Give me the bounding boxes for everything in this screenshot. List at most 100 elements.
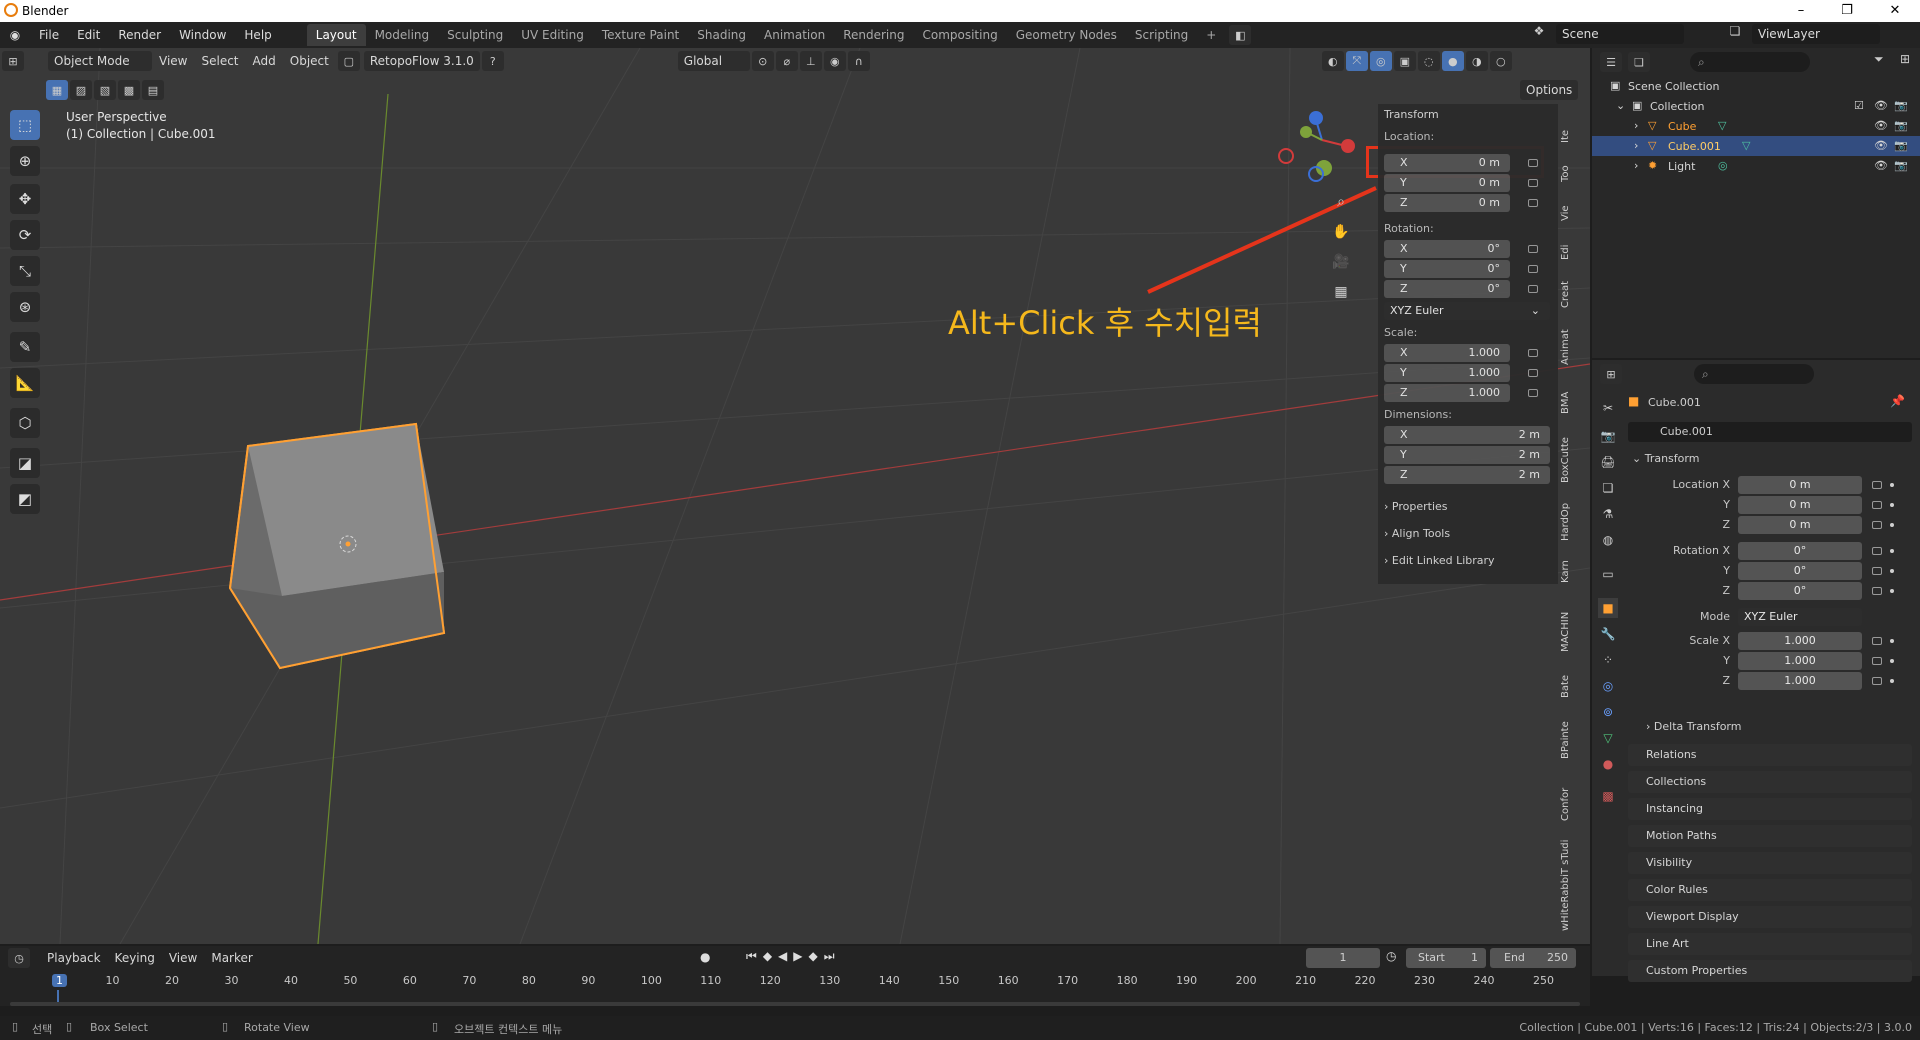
timeline-scrollbar[interactable] xyxy=(10,1002,1580,1006)
add-workspace-button[interactable]: + xyxy=(1197,24,1225,46)
frame-ruler[interactable]: 1 10 20 30 40 50 60 70 80 90 100 110 120 130 140 150 160… xyxy=(0,946,1590,1006)
select-intersect-icon[interactable]: ▤ xyxy=(142,80,164,100)
sidebar-tab-karn[interactable]: Karn xyxy=(1560,556,1578,588)
snap-target-icon[interactable]: ⊥ xyxy=(799,51,822,71)
lock-icon[interactable] xyxy=(1872,547,1882,555)
object-datablock-field[interactable]: Cube.001 xyxy=(1628,422,1912,442)
visibility-icon[interactable]: ◐ xyxy=(1321,51,1344,71)
workspace-tab-rendering[interactable]: Rendering xyxy=(834,24,913,46)
select-invert-icon[interactable]: ▩ xyxy=(118,80,140,100)
pin-icon[interactable]: 📌 xyxy=(1890,394,1905,408)
proportional-edit-icon[interactable]: ◉ xyxy=(823,51,846,71)
lock-icon[interactable] xyxy=(1528,245,1538,253)
options-dropdown[interactable]: Options xyxy=(1520,80,1579,100)
zoom-icon[interactable]: ⌕ xyxy=(1330,194,1352,210)
menu-view[interactable]: View xyxy=(152,51,194,71)
physics-tab-icon[interactable]: ◎ xyxy=(1598,676,1618,696)
workspace-scroll-icon[interactable]: ◧ xyxy=(1229,25,1252,45)
view-layer-name-field[interactable]: ViewLayer xyxy=(1752,24,1880,44)
keyframe-dot-icon[interactable] xyxy=(1890,503,1894,507)
editor-type-icon[interactable]: ☰ xyxy=(1600,52,1622,72)
menu-select[interactable]: Select xyxy=(194,51,245,71)
prop-rotation-x-field[interactable]: 0° xyxy=(1738,542,1862,560)
outliner-collection[interactable]: ⌄ ▣ Collection ☑ 👁 📷 xyxy=(1592,96,1920,116)
lock-icon[interactable] xyxy=(1872,657,1882,665)
close-button[interactable]: ✕ xyxy=(1872,0,1918,22)
sidebar-tab-create[interactable]: Creat xyxy=(1560,274,1578,314)
workspace-tab-geometry-nodes[interactable]: Geometry Nodes xyxy=(1007,24,1126,46)
visibility-section-header[interactable]: Visibility xyxy=(1628,852,1912,874)
lock-icon[interactable] xyxy=(1872,587,1882,595)
keyframe-dot-icon[interactable] xyxy=(1890,679,1894,683)
keyframe-dot-icon[interactable] xyxy=(1890,659,1894,663)
editor-type-icon[interactable]: ⊞ xyxy=(1600,364,1622,384)
viewport-display-section-header[interactable]: Viewport Display xyxy=(1628,906,1912,928)
workspace-tab-animation[interactable]: Animation xyxy=(755,24,834,46)
wireframe-shading-icon[interactable]: ◌ xyxy=(1417,51,1440,71)
sidebar-tab-hardops[interactable]: HardOp xyxy=(1560,498,1578,546)
transform-tool-icon[interactable]: ⊛ xyxy=(10,292,40,322)
keyframe-dot-icon[interactable] xyxy=(1890,549,1894,553)
editor-type-icon[interactable]: ⊞ xyxy=(2,51,24,71)
select-new-icon[interactable]: ▦ xyxy=(46,80,68,100)
object-tab-icon[interactable]: ■ xyxy=(1598,598,1618,618)
prop-scale-y-field[interactable]: 1.000 xyxy=(1738,652,1862,670)
new-collection-icon[interactable]: ⊞ xyxy=(1900,52,1920,66)
output-tab-icon[interactable]: 🖨 xyxy=(1598,452,1618,472)
lock-icon[interactable] xyxy=(1872,521,1882,529)
line-art-section-header[interactable]: Line Art xyxy=(1628,933,1912,955)
workspace-tab-compositing[interactable]: Compositing xyxy=(913,24,1006,46)
lock-icon[interactable] xyxy=(1528,349,1538,357)
motion-paths-section-header[interactable]: Motion Paths xyxy=(1628,825,1912,847)
help-icon[interactable]: ? xyxy=(481,51,504,71)
lock-icon[interactable] xyxy=(1528,179,1538,187)
rendered-shading-icon[interactable]: ○ xyxy=(1489,51,1512,71)
instancing-section-header[interactable]: Instancing xyxy=(1628,798,1912,820)
scale-tool-icon[interactable]: ⤡ xyxy=(10,256,40,286)
overlay-icon[interactable]: ◎ xyxy=(1369,51,1392,71)
rotation-y-field[interactable]: Y 0° xyxy=(1384,260,1510,278)
lock-icon[interactable] xyxy=(1872,567,1882,575)
scale-x-field[interactable]: X 1.000 xyxy=(1384,344,1510,362)
object-mode-dropdown[interactable]: Object Mode xyxy=(48,51,152,71)
menu-help[interactable]: Help xyxy=(235,28,280,42)
maximize-button[interactable]: ❐ xyxy=(1824,0,1870,22)
ortho-toggle-icon[interactable]: ▦ xyxy=(1330,284,1352,300)
scale-y-field[interactable]: Y 1.000 xyxy=(1384,364,1510,382)
outliner-item-cube-001[interactable]: › ▽ Cube.001 ▽ 👁 📷 xyxy=(1592,136,1920,156)
sidebar-tab-bma[interactable]: BMA xyxy=(1560,386,1578,420)
minimize-button[interactable]: – xyxy=(1778,0,1824,22)
relations-section-header[interactable]: Relations xyxy=(1628,744,1912,766)
properties-panel-header[interactable]: › Properties xyxy=(1384,500,1448,513)
custom-properties-section-header[interactable]: Custom Properties xyxy=(1628,960,1912,982)
location-x-field[interactable]: X0 m xyxy=(1384,154,1510,172)
move-tool-icon[interactable]: ✥ xyxy=(10,184,40,214)
rotate-tool-icon[interactable]: ⟳ xyxy=(10,220,40,250)
outliner-search-input[interactable]: ⌕ xyxy=(1690,52,1810,72)
select-extend-icon[interactable]: ▨ xyxy=(70,80,92,100)
lock-icon[interactable] xyxy=(1528,265,1538,273)
blender-menu-icon[interactable]: ◉ xyxy=(0,28,30,42)
scene-name-field[interactable]: Scene xyxy=(1556,24,1684,44)
gizmo-icon[interactable]: ⤧ xyxy=(1345,51,1368,71)
keyframe-dot-icon[interactable] xyxy=(1890,523,1894,527)
lock-icon[interactable] xyxy=(1528,159,1538,167)
properties-search-input[interactable]: ⌕ xyxy=(1694,364,1814,384)
menu-add[interactable]: Add xyxy=(246,51,283,71)
outliner-item-cube[interactable]: › ▽ Cube ▽ 👁 📷 xyxy=(1592,116,1920,136)
delta-transform-header[interactable]: › Delta Transform xyxy=(1646,720,1741,733)
measure-tool-icon[interactable]: 📐 xyxy=(10,368,40,398)
scene-tab-icon[interactable]: ⚗ xyxy=(1598,504,1618,524)
particles-tab-icon[interactable]: ⁘ xyxy=(1598,650,1618,670)
data-tab-icon[interactable]: ▽ xyxy=(1598,728,1618,748)
prop-location-y-field[interactable]: 0 m xyxy=(1738,496,1862,514)
lock-icon[interactable] xyxy=(1872,481,1882,489)
align-tools-panel-header[interactable]: › Align Tools xyxy=(1384,527,1450,540)
select-box-tool-icon[interactable]: ⬚ xyxy=(10,110,40,140)
sidebar-tab-conform[interactable]: Confor xyxy=(1560,784,1578,824)
view-layer-browse-icon[interactable]: ❏ xyxy=(1724,24,1746,44)
gizmo-toggle-icon[interactable]: ▢ xyxy=(337,51,360,71)
menu-file[interactable]: File xyxy=(30,28,68,42)
workspace-tab-layout[interactable]: Layout xyxy=(306,24,366,46)
lock-icon[interactable] xyxy=(1872,637,1882,645)
